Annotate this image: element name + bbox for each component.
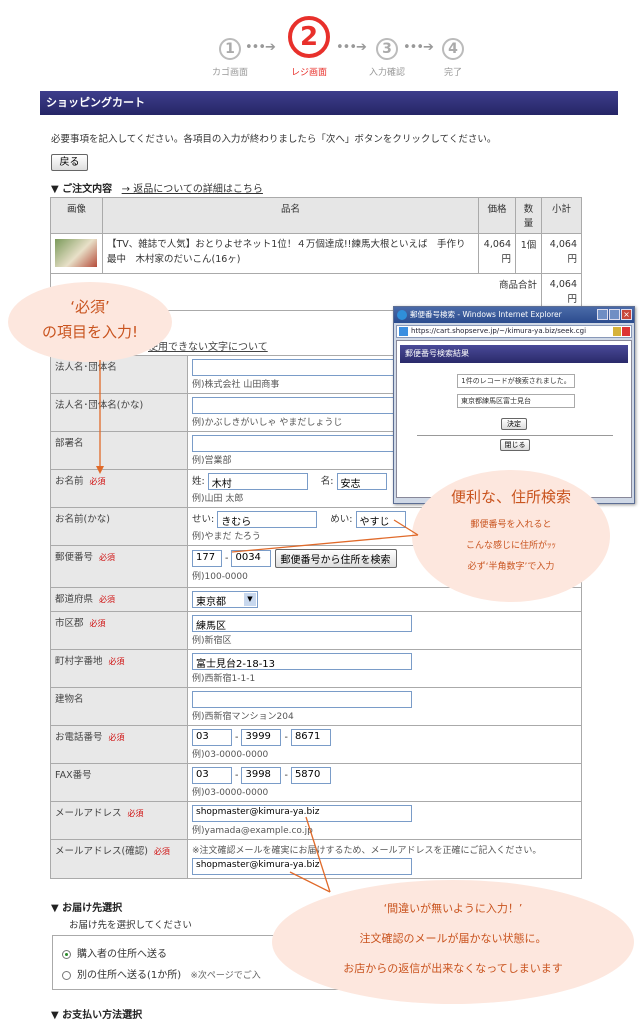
- popup-arrow: [393, 519, 419, 536]
- email-arrow: [305, 816, 331, 893]
- required-arrow-head: [96, 466, 104, 474]
- zip-arrow: [231, 534, 419, 553]
- annotation-arrows: [96, 360, 419, 893]
